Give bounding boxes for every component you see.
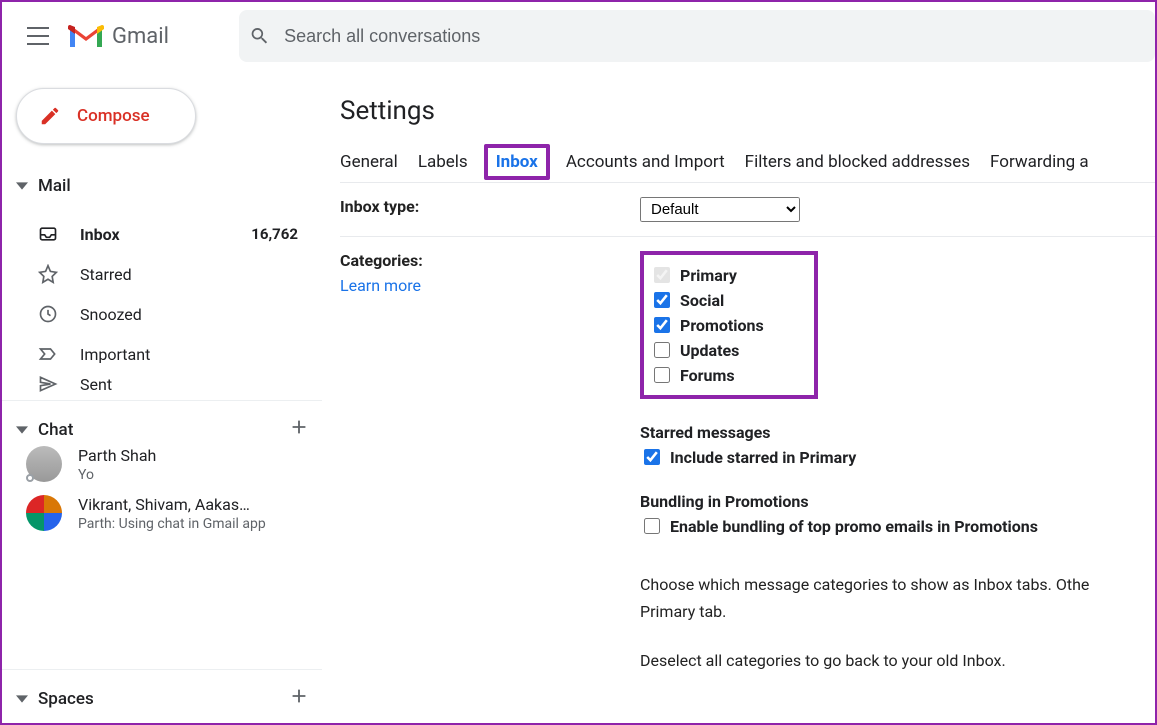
pencil-icon	[39, 105, 61, 127]
group-avatar	[26, 495, 62, 531]
caret-down-icon	[16, 180, 28, 192]
compose-label: Compose	[77, 106, 150, 126]
category-updates[interactable]: Updates	[650, 339, 764, 361]
search-icon	[249, 25, 270, 47]
starred-include-option[interactable]: Include starred in Primary	[640, 446, 1155, 468]
checkbox-updates[interactable]	[654, 342, 670, 358]
star-icon	[38, 264, 58, 284]
avatar	[26, 446, 62, 482]
checkbox-forums[interactable]	[654, 367, 670, 383]
tab-filters[interactable]: Filters and blocked addresses	[745, 152, 970, 172]
hamburger-icon	[27, 27, 49, 45]
checkbox-include-starred[interactable]	[644, 449, 660, 465]
caret-down-icon	[16, 424, 28, 436]
spaces-section-header[interactable]: Spaces	[2, 669, 322, 709]
nav-snoozed[interactable]: Snoozed	[2, 294, 322, 334]
tab-forwarding[interactable]: Forwarding a	[990, 152, 1089, 172]
compose-button[interactable]: Compose	[16, 88, 196, 144]
category-forums[interactable]: Forums	[650, 364, 764, 386]
category-promotions[interactable]: Promotions	[650, 314, 764, 336]
search-bar[interactable]	[239, 10, 1155, 62]
send-icon	[38, 374, 58, 394]
new-chat-button[interactable]	[288, 416, 310, 443]
tab-inbox[interactable]: Inbox	[496, 152, 538, 172]
checkbox-promotions[interactable]	[654, 317, 670, 333]
new-space-button[interactable]	[288, 685, 310, 712]
chat-item[interactable]: Vikrant, Shivam, Aakas… Parth: Using cha…	[2, 489, 322, 538]
categories-highlight: Primary Social Promotions Updates Forums	[640, 251, 818, 399]
settings-tabs: General Labels Inbox Accounts and Import…	[340, 152, 1155, 183]
tab-general[interactable]: General	[340, 152, 398, 172]
checkbox-primary	[654, 267, 670, 283]
checkbox-social[interactable]	[654, 292, 670, 308]
category-social[interactable]: Social	[650, 289, 764, 311]
inbox-icon	[38, 224, 58, 244]
nav-inbox[interactable]: Inbox 16,762	[2, 214, 322, 254]
categories-row: Categories: Learn more Primary Social Pr…	[340, 237, 1155, 689]
nav-sent[interactable]: Sent	[2, 374, 322, 394]
checkbox-bundling[interactable]	[644, 518, 660, 534]
gmail-logo[interactable]: Gmail	[68, 22, 169, 50]
chat-section-header[interactable]: Chat	[2, 400, 322, 440]
caret-down-icon	[16, 693, 28, 705]
search-input[interactable]	[282, 25, 1145, 48]
clock-icon	[38, 304, 58, 324]
sidebar: Compose Mail Inbox 16,762 Starred Snooze…	[2, 70, 322, 723]
inbox-type-row: Inbox type: Default	[340, 183, 1155, 237]
nav-important[interactable]: Important	[2, 334, 322, 374]
nav-starred[interactable]: Starred	[2, 254, 322, 294]
starred-heading: Starred messages	[640, 423, 1155, 442]
bundling-option[interactable]: Enable bundling of top promo emails in P…	[640, 515, 1155, 537]
page-title: Settings	[340, 96, 1155, 126]
tab-accounts[interactable]: Accounts and Import	[566, 152, 725, 172]
important-icon	[38, 344, 58, 364]
learn-more-link[interactable]: Learn more	[340, 276, 421, 295]
gmail-logo-icon	[68, 22, 104, 50]
settings-panel: Settings General Labels Inbox Accounts a…	[322, 70, 1155, 723]
chat-item[interactable]: Parth Shah Yo	[2, 440, 322, 489]
app-name: Gmail	[112, 24, 169, 49]
tab-labels[interactable]: Labels	[418, 152, 468, 172]
bundling-heading: Bundling in Promotions	[640, 492, 1155, 511]
inbox-type-select[interactable]: Default	[640, 197, 800, 222]
mail-section-header[interactable]: Mail	[2, 166, 322, 206]
categories-label: Categories:	[340, 251, 423, 270]
category-primary: Primary	[650, 264, 764, 286]
categories-description: Choose which message categories to show …	[640, 571, 1155, 675]
inbox-count: 16,762	[251, 225, 298, 243]
inbox-type-label: Inbox type:	[340, 197, 419, 216]
main-menu-button[interactable]	[14, 12, 62, 60]
